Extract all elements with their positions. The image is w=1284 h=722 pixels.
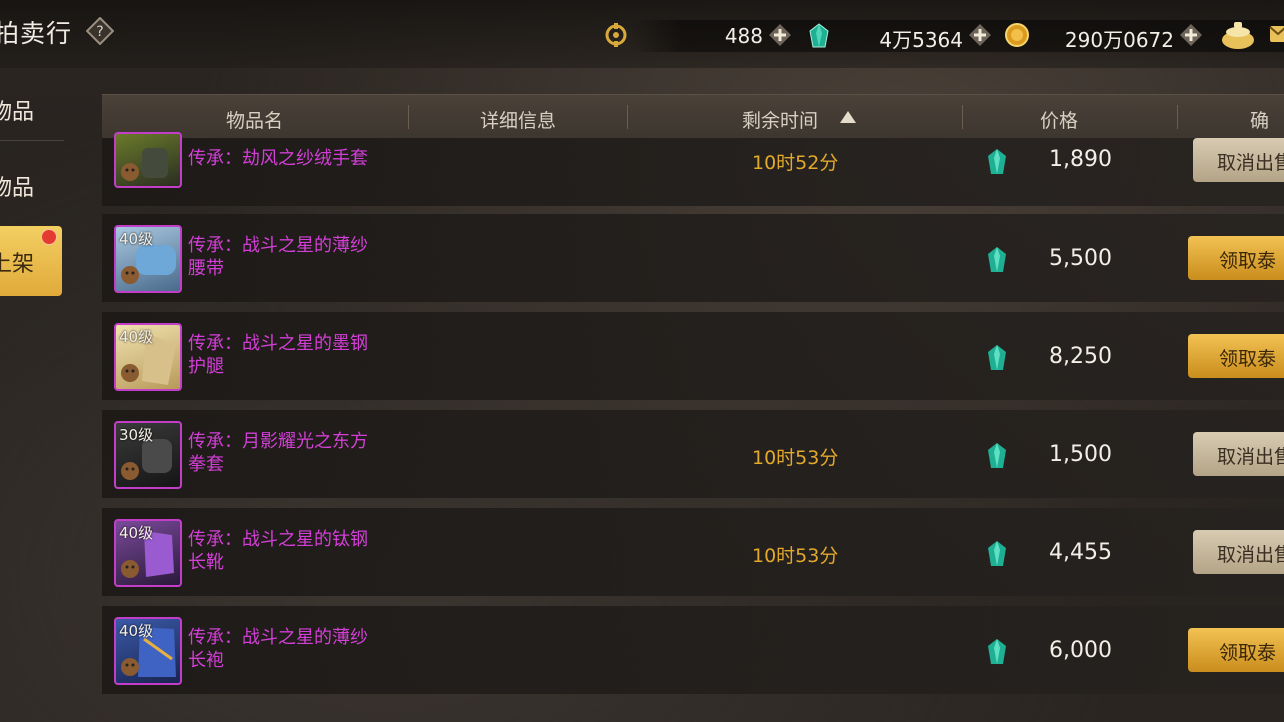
- button-label: 取消出售: [1217, 544, 1284, 566]
- cancel-sale-button[interactable]: 取消出售: [1193, 432, 1284, 476]
- item-name: 传承：战斗之星的钛钢 长靴: [188, 528, 398, 574]
- sidebar-tab-label: 物品: [0, 100, 35, 125]
- jade-gem-icon: [988, 345, 1006, 370]
- jade-gem-icon: [988, 149, 1006, 174]
- item-name: 传承：月影耀光之东方 拳套: [188, 430, 398, 476]
- page-title: 拍卖行: [0, 19, 73, 48]
- divider: [1177, 105, 1178, 129]
- item-name-line1: 传承：战斗之星的墨钢: [188, 333, 368, 354]
- item-name: 传承：战斗之星的薄纱 长袍: [188, 626, 398, 672]
- item-name-line2: 长袍: [188, 650, 224, 671]
- cancel-sale-button[interactable]: 取消出售: [1193, 530, 1284, 574]
- add-gold-button[interactable]: [1179, 23, 1203, 47]
- sidebar-tab-1[interactable]: 物品: [0, 84, 62, 132]
- sidebar-tab-label: 物品: [0, 176, 35, 201]
- item-thumbnail: 30级: [114, 421, 182, 489]
- claim-button[interactable]: 领取泰: [1188, 236, 1284, 280]
- table-row[interactable]: 40级 传承：战斗之星的薄纱 长袍 6,000 领取泰: [102, 606, 1284, 694]
- divider: [408, 105, 409, 129]
- item-name: 传承：战斗之星的墨钢 护腿: [188, 332, 398, 378]
- col-header-details[interactable]: 详细信息: [480, 106, 556, 133]
- claim-button[interactable]: 领取泰: [1188, 628, 1284, 672]
- item-thumbnail: 40级: [114, 225, 182, 293]
- item-thumbnail: [114, 132, 182, 188]
- item-name-line1: 传承：战斗之星的薄纱: [188, 235, 368, 256]
- item-name: 传承：劫风之纱绒手套: [188, 148, 368, 169]
- table-header: 物品名 详细信息 剩余时间 价格 确认: [102, 94, 1284, 159]
- table-row[interactable]: 40级 传承：战斗之星的薄纱 腰带 5,500 领取泰: [102, 214, 1284, 302]
- col-header-name[interactable]: 物品名: [226, 106, 283, 133]
- table-row[interactable]: 传承：劫风之纱绒手套 10时52分 1,890 取消出售: [102, 132, 1284, 206]
- item-thumbnail: 40级: [114, 323, 182, 391]
- item-price: 1,500: [1049, 442, 1112, 467]
- cancel-sale-button[interactable]: 取消出售: [1193, 138, 1284, 182]
- gauntlet-icon: [121, 148, 168, 181]
- table-row[interactable]: 40级 传承：战斗之星的墨钢 护腿 8,250 领取泰: [102, 312, 1284, 400]
- item-name-line1: 传承：战斗之星的薄纱: [188, 627, 368, 648]
- add-token-button[interactable]: [768, 23, 792, 47]
- table-row[interactable]: 40级 传承：战斗之星的钛钢 长靴 10时53分 4,455 取消出售: [102, 508, 1284, 596]
- jade-gem-icon: [988, 247, 1006, 272]
- item-price: 6,000: [1049, 638, 1112, 663]
- col-header-time[interactable]: 剩余时间: [742, 106, 818, 133]
- help-icon[interactable]: ?: [86, 17, 114, 45]
- item-name-line2: 腰带: [188, 258, 224, 279]
- divider: [627, 105, 628, 129]
- divider: [0, 140, 64, 141]
- jade-gem-icon: [988, 541, 1006, 566]
- col-header-price[interactable]: 价格: [1040, 106, 1078, 133]
- gold-coin-icon: [1005, 23, 1029, 47]
- button-label: 领取泰: [1219, 348, 1277, 370]
- notification-dot: [41, 229, 57, 245]
- jade-count: 4万5364: [879, 28, 963, 52]
- remaining-time: 10时52分: [752, 152, 839, 174]
- item-name-line2: 护腿: [188, 356, 224, 377]
- jade-gem-icon: [988, 639, 1006, 664]
- claim-button[interactable]: 领取泰: [1188, 334, 1284, 378]
- sidebar-tab-label: 上架: [0, 252, 35, 277]
- remaining-time: 10时53分: [752, 545, 839, 567]
- item-name-line1: 传承：月影耀光之东方: [188, 431, 368, 452]
- svg-text:?: ?: [96, 24, 103, 40]
- button-label: 领取泰: [1219, 642, 1277, 664]
- divider: [962, 105, 963, 129]
- jade-gem-icon: [809, 23, 829, 48]
- treasure-pot-icon[interactable]: [1220, 18, 1256, 50]
- button-label: 领取泰: [1219, 250, 1277, 272]
- item-thumbnail: 40级: [114, 617, 182, 685]
- item-level: 40级: [119, 328, 154, 346]
- item-thumbnail: 40级: [114, 519, 182, 587]
- gold-count: 290万0672: [1064, 28, 1174, 52]
- jade-gem-icon: [988, 443, 1006, 468]
- button-label: 取消出售: [1217, 446, 1284, 468]
- item-price: 4,455: [1049, 540, 1112, 565]
- item-name-line2: 长靴: [188, 552, 224, 573]
- mail-icon[interactable]: [1268, 22, 1284, 48]
- item-name-line2: 拳套: [188, 454, 224, 475]
- remaining-time: 10时53分: [752, 447, 839, 469]
- item-level: 40级: [119, 622, 154, 640]
- item-price: 8,250: [1049, 344, 1112, 369]
- add-jade-button[interactable]: [968, 23, 992, 47]
- item-name: 传承：战斗之星的薄纱 腰带: [188, 234, 398, 280]
- table-row[interactable]: 30级 传承：月影耀光之东方 拳套 10时53分 1,500 取消出售: [102, 410, 1284, 498]
- token-icon: [605, 23, 627, 47]
- button-label: 取消出售: [1217, 152, 1284, 174]
- sort-ascending-icon[interactable]: [840, 111, 856, 123]
- item-level: 30级: [119, 426, 154, 444]
- sidebar-tab-2[interactable]: 物品: [0, 160, 62, 208]
- item-level: 40级: [119, 524, 154, 542]
- item-name-line1: 传承：战斗之星的钛钢: [188, 529, 368, 550]
- item-level: 40级: [119, 230, 154, 248]
- token-count: 488: [724, 24, 763, 48]
- item-price: 1,890: [1049, 147, 1112, 172]
- item-price: 5,500: [1049, 246, 1112, 271]
